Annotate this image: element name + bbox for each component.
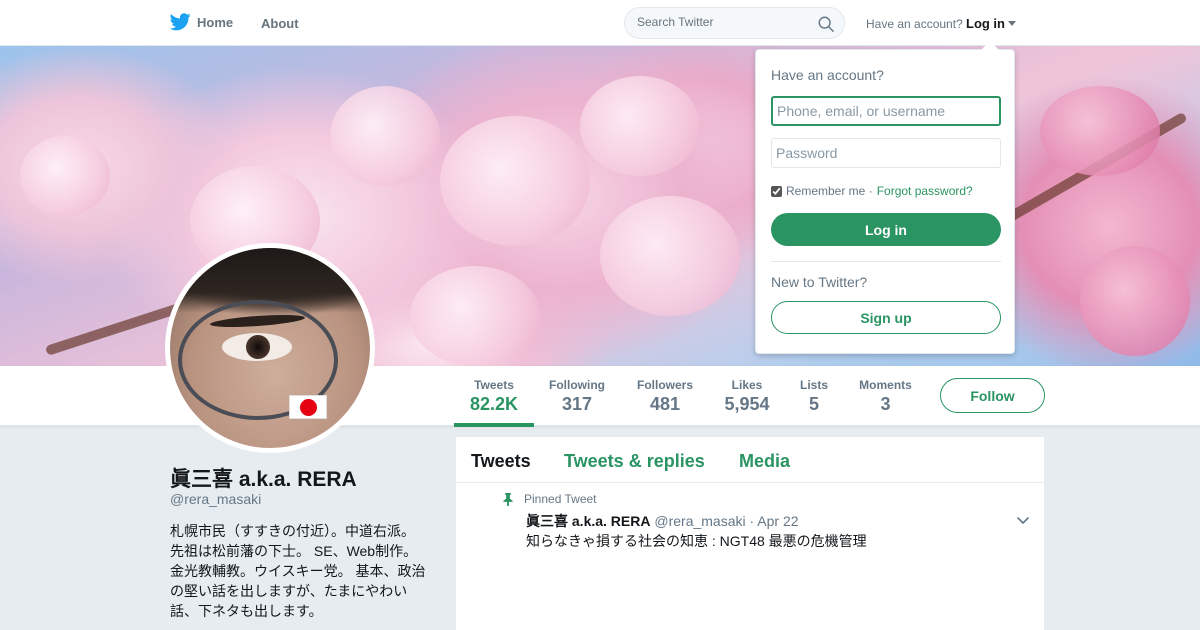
dropdown-divider [771,261,1001,262]
search-icon[interactable] [817,15,835,33]
new-to-twitter-text: New to Twitter? [771,274,868,290]
bio-line: 札幌市民（すすきの付近）。中道右派。 [170,523,415,539]
banner-blossom [600,196,740,316]
search-input[interactable] [637,15,807,29]
stat-lists[interactable]: Lists 5 [799,378,829,415]
login-dropdown: Have an account? Remember me · Forgot pa… [755,41,1015,354]
stat-label: Lists [799,378,828,392]
tab-media[interactable]: Media [739,451,790,472]
stat-label: Following [549,378,605,392]
nav-home-label: Home [197,14,234,30]
bio-line: 金光教輔教。ウイスキー党。 基本、政治 [170,563,426,579]
stat-value: 5 [808,394,819,414]
search-box [624,7,845,39]
login-button[interactable]: Log in [771,213,1001,246]
avatar[interactable] [165,243,375,453]
stat-value: 317 [561,394,593,414]
japan-flag-icon [289,395,327,419]
nav-about-link[interactable]: About [261,16,299,31]
bio-line: 話、下ネタも出します。 [170,603,323,619]
pinned-tweet-label: Pinned Tweet [524,492,597,506]
stat-moments[interactable]: Moments 3 [858,378,913,415]
pinned-tweet-indicator: Pinned Tweet [502,492,597,506]
tab-tweets-and-replies[interactable]: Tweets & replies [564,451,705,472]
tweet-text: 知らなきゃ損する社会の知恵 : NGT48 最悪の危機管理 [526,533,867,549]
have-account-text: Have an account? [866,17,963,31]
tweet-author-handle[interactable]: @rera_masaki [654,513,745,529]
stat-label: Moments [859,378,912,392]
banner-blossom [1080,246,1190,356]
login-dropdown-title: Have an account? [771,67,884,83]
follow-button[interactable]: Follow [940,378,1045,413]
profile-handle[interactable]: @rera_masaki [170,491,261,507]
chevron-down-icon[interactable] [1016,514,1030,528]
banner-blossom [330,86,440,186]
tab-tweets[interactable]: Tweets [471,451,531,472]
tweet-author-name[interactable]: 眞三喜 a.k.a. RERA [526,513,650,529]
login-dropdown-toggle[interactable]: Log in [966,16,1016,31]
remember-me-row: Remember me · Forgot password? [771,184,973,198]
stat-value: 3 [880,394,891,414]
forgot-password-link[interactable]: Forgot password? [877,184,973,198]
banner-blossom [410,266,540,366]
pin-icon [503,492,513,506]
username-field[interactable] [771,96,1001,126]
stat-label: Followers [636,378,693,392]
password-field[interactable] [771,138,1001,168]
nav-home-link[interactable]: Home [170,13,233,31]
banner-blossom [20,136,110,216]
tweet-date[interactable]: · Apr 22 [750,513,799,529]
remember-me-label: Remember me · [786,184,873,198]
remember-me-checkbox[interactable] [771,185,782,197]
stat-followers[interactable]: Followers 481 [636,378,694,415]
bio-line: の堅い話を出しますが、たまにやわい [170,583,408,599]
tweet-header: 眞三喜 a.k.a. RERA @rera_masaki · Apr 22 [526,511,799,531]
banner-blossom [440,116,590,246]
stat-following[interactable]: Following 317 [548,378,606,415]
bio-line: 先祖は松前藩の下士。 SE、Web制作。 [170,543,418,559]
top-navigation-bar: Home About Have an account? Log in [0,0,1200,46]
stat-value: 481 [649,394,681,414]
stat-value: 5,954 [724,394,770,414]
stat-label: Tweets [474,378,514,392]
twitter-bird-icon [170,13,191,31]
signup-button[interactable]: Sign up [771,301,1001,334]
login-toggle-label: Log in [966,16,1005,31]
stat-value: 82.2K [470,394,519,414]
banner-blossom [1040,86,1160,176]
profile-bio: 札幌市民（すすきの付近）。中道右派。 先祖は松前藩の下士。 SE、Web制作。 … [170,521,440,621]
banner-blossom [580,76,700,176]
timeline-tabs: Tweets Tweets & replies Media [456,437,1044,483]
caret-down-icon [1008,21,1016,26]
stat-label: Likes [731,378,763,392]
profile-display-name[interactable]: 眞三喜 a.k.a. RERA [170,463,357,493]
stat-tweets[interactable]: Tweets 82.2K [454,378,534,427]
stat-likes[interactable]: Likes 5,954 [724,378,770,415]
timeline-panel: Tweets Tweets & replies Media Pinned Twe… [456,437,1044,630]
